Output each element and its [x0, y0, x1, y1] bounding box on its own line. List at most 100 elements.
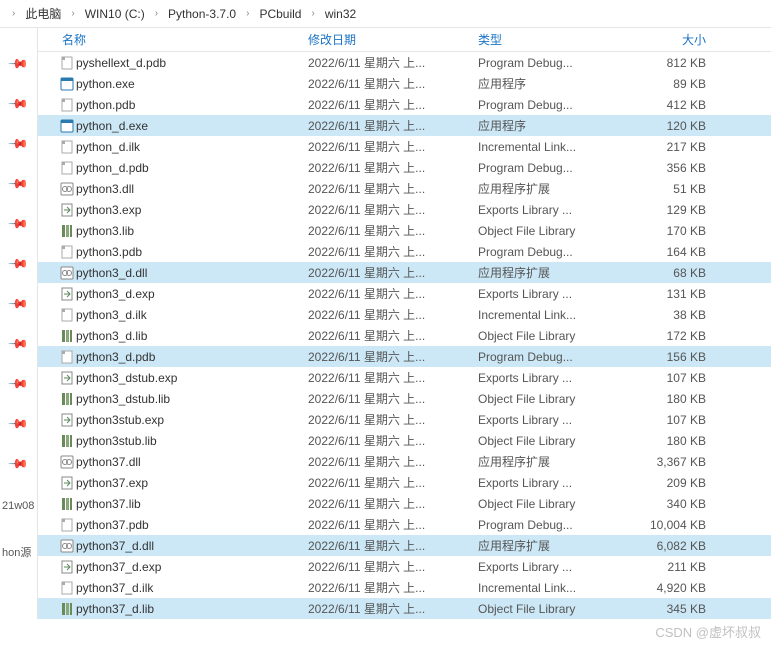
file-size: 172 KB	[628, 329, 718, 343]
sidebar-label[interactable]: 21w08	[0, 496, 37, 516]
column-date[interactable]: 修改日期	[308, 31, 478, 48]
ilk-file-icon	[58, 580, 76, 596]
file-name: python37_d.ilk	[76, 581, 308, 595]
file-date: 2022/6/11 星期六 上...	[308, 180, 478, 197]
file-row[interactable]: python37.exp2022/6/11 星期六 上...Exports Li…	[38, 472, 771, 493]
file-size: 107 KB	[628, 371, 718, 385]
chevron-right-icon: ›	[67, 8, 78, 19]
file-row[interactable]: python3.dll2022/6/11 星期六 上...应用程序扩展51 KB	[38, 178, 771, 199]
file-name: python3_dstub.exp	[76, 371, 308, 385]
file-name: python_d.exe	[76, 119, 308, 133]
column-type[interactable]: 类型	[478, 31, 628, 48]
file-size: 340 KB	[628, 497, 718, 511]
file-type: 应用程序扩展	[478, 264, 628, 281]
file-row[interactable]: python3.exp2022/6/11 星期六 上...Exports Lib…	[38, 199, 771, 220]
file-row[interactable]: python3_d.dll2022/6/11 星期六 上...应用程序扩展68 …	[38, 262, 771, 283]
watermark: CSDN @虚坏叔叔	[655, 622, 761, 641]
ilk-file-icon	[58, 307, 76, 323]
ilk-file-icon	[58, 139, 76, 155]
file-name: python37.pdb	[76, 518, 308, 532]
breadcrumb-item[interactable]: PCbuild	[255, 5, 305, 23]
file-row[interactable]: python37.pdb2022/6/11 星期六 上...Program De…	[38, 514, 771, 535]
pdb-file-icon	[58, 55, 76, 71]
breadcrumb[interactable]: ›此电脑›WIN10 (C:)›Python-3.7.0›PCbuild›win…	[0, 0, 771, 28]
dll-file-icon	[58, 538, 76, 554]
file-row[interactable]: python_d.exe2022/6/11 星期六 上...应用程序120 KB	[38, 115, 771, 136]
file-size: 120 KB	[628, 119, 718, 133]
file-type: Exports Library ...	[478, 560, 628, 574]
file-row[interactable]: python37_d.dll2022/6/11 星期六 上...应用程序扩展6,…	[38, 535, 771, 556]
chevron-right-icon: ›	[151, 8, 162, 19]
file-name: python37.exp	[76, 476, 308, 490]
file-type: Exports Library ...	[478, 476, 628, 490]
breadcrumb-item[interactable]: WIN10 (C:)	[81, 5, 149, 23]
file-name: python3_d.exp	[76, 287, 308, 301]
pdb-file-icon	[58, 97, 76, 113]
file-type: 应用程序扩展	[478, 537, 628, 554]
file-size: 170 KB	[628, 224, 718, 238]
file-row[interactable]: python37_d.ilk2022/6/11 星期六 上...Incremen…	[38, 577, 771, 598]
file-size: 6,082 KB	[628, 539, 718, 553]
breadcrumb-item[interactable]: win32	[321, 5, 360, 23]
file-row[interactable]: python_d.pdb2022/6/11 星期六 上...Program De…	[38, 157, 771, 178]
file-row[interactable]: python3_dstub.exp2022/6/11 星期六 上...Expor…	[38, 367, 771, 388]
column-size[interactable]: 大小	[628, 31, 718, 48]
pin-icon: 📌	[7, 333, 30, 356]
sidebar-label[interactable]: hon源	[0, 540, 37, 564]
file-pane: 名称 修改日期 类型 大小 pyshellext_d.pdb2022/6/11 …	[38, 28, 771, 619]
file-type: 应用程序	[478, 117, 628, 134]
breadcrumb-item[interactable]: Python-3.7.0	[164, 5, 240, 23]
column-name[interactable]: 名称	[58, 31, 308, 48]
file-type: Program Debug...	[478, 518, 628, 532]
file-date: 2022/6/11 星期六 上...	[308, 138, 478, 155]
file-name: python37_d.dll	[76, 539, 308, 553]
file-size: 51 KB	[628, 182, 718, 196]
lib-file-icon	[58, 601, 76, 617]
file-date: 2022/6/11 星期六 上...	[308, 201, 478, 218]
file-type: Object File Library	[478, 224, 628, 238]
file-row[interactable]: python.pdb2022/6/11 星期六 上...Program Debu…	[38, 94, 771, 115]
file-row[interactable]: python3stub.lib2022/6/11 星期六 上...Object …	[38, 430, 771, 451]
file-row[interactable]: python_d.ilk2022/6/11 星期六 上...Incrementa…	[38, 136, 771, 157]
exp-file-icon	[58, 286, 76, 302]
file-type: Object File Library	[478, 329, 628, 343]
pin-icon: 📌	[7, 133, 30, 156]
file-type: Program Debug...	[478, 98, 628, 112]
file-row[interactable]: python37_d.lib2022/6/11 星期六 上...Object F…	[38, 598, 771, 619]
chevron-right-icon: ›	[242, 8, 253, 19]
file-type: Object File Library	[478, 434, 628, 448]
file-row[interactable]: python.exe2022/6/11 星期六 上...应用程序89 KB	[38, 73, 771, 94]
file-name: python3.dll	[76, 182, 308, 196]
file-row[interactable]: python3_d.exp2022/6/11 星期六 上...Exports L…	[38, 283, 771, 304]
file-row[interactable]: python3_d.pdb2022/6/11 星期六 上...Program D…	[38, 346, 771, 367]
file-row[interactable]: python37_d.exp2022/6/11 星期六 上...Exports …	[38, 556, 771, 577]
breadcrumb-item[interactable]: 此电脑	[21, 3, 65, 24]
file-name: python3_dstub.lib	[76, 392, 308, 406]
file-date: 2022/6/11 星期六 上...	[308, 474, 478, 491]
file-date: 2022/6/11 星期六 上...	[308, 348, 478, 365]
file-row[interactable]: python37.dll2022/6/11 星期六 上...应用程序扩展3,36…	[38, 451, 771, 472]
file-date: 2022/6/11 星期六 上...	[308, 537, 478, 554]
file-date: 2022/6/11 星期六 上...	[308, 306, 478, 323]
exp-file-icon	[58, 412, 76, 428]
file-date: 2022/6/11 星期六 上...	[308, 558, 478, 575]
file-row[interactable]: pyshellext_d.pdb2022/6/11 星期六 上...Progra…	[38, 52, 771, 73]
file-date: 2022/6/11 星期六 上...	[308, 117, 478, 134]
file-name: python37.lib	[76, 497, 308, 511]
file-row[interactable]: python37.lib2022/6/11 星期六 上...Object Fil…	[38, 493, 771, 514]
file-size: 156 KB	[628, 350, 718, 364]
file-date: 2022/6/11 星期六 上...	[308, 54, 478, 71]
file-size: 10,004 KB	[628, 518, 718, 532]
file-row[interactable]: python3_dstub.lib2022/6/11 星期六 上...Objec…	[38, 388, 771, 409]
file-name: python3_d.lib	[76, 329, 308, 343]
file-date: 2022/6/11 星期六 上...	[308, 285, 478, 302]
file-row[interactable]: python3_d.ilk2022/6/11 星期六 上...Increment…	[38, 304, 771, 325]
file-row[interactable]: python3.lib2022/6/11 星期六 上...Object File…	[38, 220, 771, 241]
file-date: 2022/6/11 星期六 上...	[308, 432, 478, 449]
file-row[interactable]: python3.pdb2022/6/11 星期六 上...Program Deb…	[38, 241, 771, 262]
file-row[interactable]: python3_d.lib2022/6/11 星期六 上...Object Fi…	[38, 325, 771, 346]
file-size: 164 KB	[628, 245, 718, 259]
file-row[interactable]: python3stub.exp2022/6/11 星期六 上...Exports…	[38, 409, 771, 430]
lib-file-icon	[58, 328, 76, 344]
file-size: 38 KB	[628, 308, 718, 322]
